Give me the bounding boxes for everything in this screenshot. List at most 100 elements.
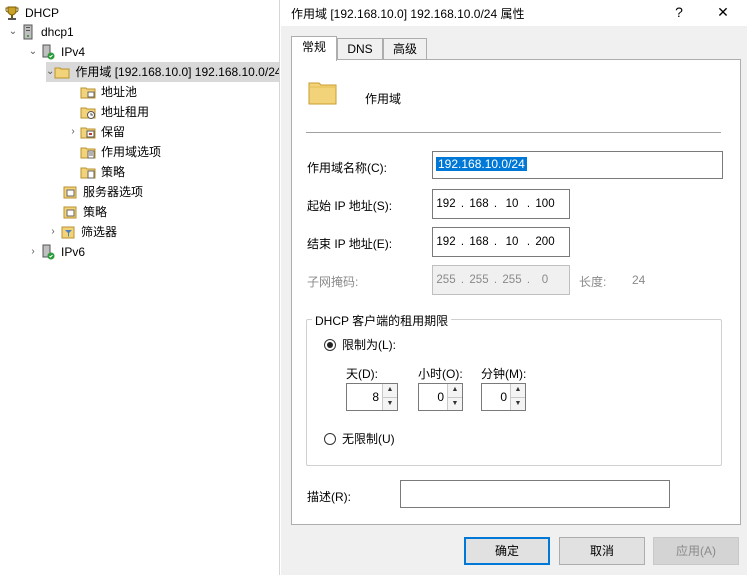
spin-up-icon[interactable]: ▲ [383,384,397,397]
length-value: 24 [632,273,646,287]
tree-item-address-lease[interactable]: 地址租用 [80,102,149,122]
minutes-label: 分钟(M): [481,367,527,381]
tree-item-label: DHCP [25,6,60,20]
dialog-title: 作用域 [192.168.10.0] 192.168.10.0/24 属性 [291,7,525,21]
ip-octet: 255 [469,274,489,286]
days-value: 8 [372,390,379,404]
chevron-right-icon[interactable]: › [46,222,60,242]
tree-item-label: 地址池 [101,85,138,99]
minutes-value: 0 [500,390,507,404]
end-ip-label: 结束 IP 地址(E): [307,237,393,251]
limited-radio[interactable]: 限制为(L): [324,336,396,353]
help-button[interactable]: ? [661,0,697,24]
tree-item-scope[interactable]: ⌄ 作用域 [192.168.10.0] 192.168.10.0/24 [46,62,280,82]
ip-dot: . [460,274,465,286]
dialog-title-bar: 作用域 [192.168.10.0] 192.168.10.0/24 属性 ? … [281,0,747,26]
scope-name-value: 192.168.10.0/24 [436,157,527,171]
tree-item-label: 作用域 [192.168.10.0] 192.168.10.0/24 [75,65,280,79]
start-ip-label: 起始 IP 地址(S): [307,199,393,213]
unlimited-radio[interactable]: 无限制(U) [324,430,395,447]
tree-item-label: dhcp1 [41,25,74,39]
radio-selected-icon [324,338,336,351]
tree-item-label: 地址租用 [101,105,150,119]
description-field[interactable] [400,480,670,508]
server-icon [20,24,36,40]
ip-octet: 0 [541,274,549,286]
tab-advanced[interactable]: 高级 [383,38,427,60]
policy-icon [62,204,78,220]
ip-octet: 255 [502,274,522,286]
lease-group-title: DHCP 客户端的租用期限 [312,312,452,329]
ok-button[interactable]: 确定 [464,537,550,565]
address-lease-icon [80,104,96,120]
tree-item-reservation[interactable]: › 保留 [66,122,125,142]
minutes-spinner[interactable]: 0 ▲ ▼ [481,383,526,411]
spin-down-icon[interactable]: ▼ [383,396,397,410]
chevron-right-icon[interactable]: › [26,242,40,262]
ip-octet: 168 [469,236,489,248]
general-tab-panel: 作用域 作用域名称(C): 192.168.10.0/24 起始 IP 地址(S… [291,59,741,525]
policy-icon [80,164,96,180]
tree-item-label: IPv6 [61,245,86,259]
description-label: 描述(R): [307,490,351,504]
ip-dot: . [460,236,465,248]
ip-octet: 192 [436,198,456,210]
tree-item-label: 作用域选项 [101,145,162,159]
divider [306,132,721,133]
ip-octet: 168 [469,198,489,210]
ip-octet: 255 [436,274,456,286]
tree-item-dhcp1[interactable]: ⌄ dhcp1 [6,22,74,42]
scope-properties-dialog: 作用域 [192.168.10.0] 192.168.10.0/24 属性 ? … [281,0,747,575]
ip-dot: . [526,198,531,210]
start-ip-field[interactable]: 192. 168. 10. 100 [432,189,570,219]
tree-item-label: 策略 [101,165,126,179]
tree-item-scope-policy[interactable]: 策略 [80,162,125,182]
scope-name-field[interactable]: 192.168.10.0/24 [432,151,723,179]
filter-icon [60,224,76,240]
tree-item-scope-options[interactable]: 作用域选项 [80,142,161,162]
chevron-down-icon[interactable]: ⌄ [46,62,54,82]
tree-item-ipv4[interactable]: ⌄ IPv4 [26,42,85,62]
hours-spinner[interactable]: 0 ▲ ▼ [418,383,463,411]
scope-folder-icon [308,78,338,106]
ip-dot: . [493,198,498,210]
ipv4-icon [40,44,56,60]
spin-up-icon[interactable]: ▲ [448,384,462,397]
cancel-button[interactable]: 取消 [559,537,645,565]
ip-dot: . [493,274,498,286]
spin-down-icon[interactable]: ▼ [448,396,462,410]
length-label: 长度: [579,275,607,289]
tree-item-filters[interactable]: › 筛选器 [46,222,117,242]
chevron-down-icon[interactable]: ⌄ [6,22,20,42]
tree-item-policy[interactable]: 策略 [62,202,107,222]
tab-dns[interactable]: DNS [337,38,383,60]
console-tree: DHCP ⌄ dhcp1 ⌄ IPv4 ⌄ 作用域 [192.168.10.0]… [0,0,280,575]
tree-item-server-options[interactable]: 服务器选项 [62,182,143,202]
tree-item-address-pool[interactable]: 地址池 [80,82,137,102]
spin-up-icon[interactable]: ▲ [511,384,525,397]
ip-dot: . [526,274,531,286]
chevron-right-icon[interactable]: › [66,122,80,142]
tree-item-ipv6[interactable]: › IPv6 [26,242,85,262]
days-spinner[interactable]: 8 ▲ ▼ [346,383,398,411]
ip-dot: . [526,236,531,248]
tree-item-dhcp[interactable]: DHCP [4,3,59,23]
subnet-mask-field: 255. 255. 255. 0 [432,265,570,295]
tree-item-label: IPv4 [61,45,86,59]
chevron-down-icon[interactable]: ⌄ [26,42,40,62]
tree-item-label: 筛选器 [81,225,118,239]
close-button[interactable]: ✕ [705,0,741,24]
apply-button[interactable]: 应用(A) [653,537,739,565]
tab-general[interactable]: 常规 [291,36,337,61]
spin-down-icon[interactable]: ▼ [511,396,525,410]
address-pool-icon [80,84,96,100]
ip-octet: 100 [535,198,555,210]
end-ip-field[interactable]: 192. 168. 10. 200 [432,227,570,257]
tree-item-label: 策略 [83,205,108,219]
scope-options-icon [80,144,96,160]
hours-label: 小时(O): [418,367,463,381]
ip-dot: . [493,236,498,248]
ipv6-icon [40,244,56,260]
radio-unselected-icon [324,432,336,445]
limited-radio-label: 限制为(L): [342,338,397,352]
